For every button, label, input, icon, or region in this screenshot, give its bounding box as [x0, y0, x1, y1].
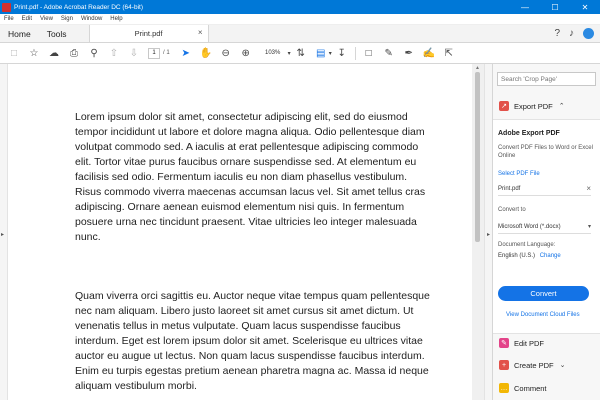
edit-pdf-icon: ✎ [499, 338, 509, 348]
close-tab-icon[interactable]: × [198, 28, 203, 37]
save-icon[interactable]: □ [4, 44, 24, 62]
account-icons: ? ♪ [554, 25, 600, 42]
select-pdf-link[interactable]: Select PDF File [498, 171, 540, 177]
export-pdf-icon: ↗ [499, 101, 509, 111]
scrollbar-thumb[interactable] [475, 72, 480, 242]
highlight-icon[interactable]: ✎ [379, 44, 399, 62]
print-icon[interactable]: ⎙ [64, 44, 84, 62]
edit-pdf-label: Edit PDF [514, 338, 545, 348]
tab-document[interactable]: Print.pdf × [88, 25, 209, 42]
menu-bar: File Edit View Sign Window Help [0, 14, 600, 25]
window-title: Print.pdf - Adobe Acrobat Reader DC (64-… [14, 3, 143, 11]
zoom-in-icon[interactable]: ⊕ [236, 44, 256, 62]
menu-sign[interactable]: Sign [57, 16, 77, 22]
close-window-button[interactable]: ✕ [570, 0, 600, 14]
document-scrollbar[interactable]: ▲ [472, 64, 484, 400]
menu-window[interactable]: Window [77, 16, 106, 22]
main-toolbar: □ ☆ ☁ ⎙ ⚲ ⇧ ⇩ 1 / 1 ➤ ✋ ⊖ ⊕ 103% ▾ ⇅ ▤ ▾… [0, 43, 600, 64]
chevron-down-icon[interactable]: ⌄ [560, 361, 566, 369]
select-cursor-icon[interactable]: ➤ [176, 44, 196, 62]
export-pdf-label: Export PDF [514, 101, 553, 111]
tools-search-input[interactable] [497, 72, 596, 86]
create-pdf-label: Create PDF [514, 360, 554, 370]
restore-button[interactable]: ☐ [540, 0, 570, 14]
acrobat-app-icon [2, 2, 11, 12]
zoom-out-icon[interactable]: ⊖ [216, 44, 236, 62]
toolbar-divider [354, 46, 356, 60]
tab-document-label: Print.pdf [134, 29, 163, 38]
document-language: English (U.S.) Change [498, 253, 561, 259]
export-pdf-tool[interactable]: ↗ Export PDF ⌃ [499, 101, 565, 111]
page-display-icon[interactable]: ▤ [311, 44, 331, 62]
bell-icon[interactable]: ♪ [569, 28, 574, 39]
cloud-upload-icon[interactable]: ☁ [44, 44, 64, 62]
document-view: Lorem ipsum dolor sit amet, consectetur … [8, 64, 472, 400]
tools-pane: ↗ Export PDF ⌃ Adobe Export PDF Convert … [492, 64, 600, 400]
tab-tools[interactable]: Tools [39, 25, 75, 42]
page-number-input[interactable]: 1 [148, 47, 160, 59]
language-value: English (U.S.) [498, 253, 536, 259]
scroll-mode-icon[interactable]: ↧ [332, 44, 352, 62]
previous-page-icon[interactable]: ⇧ [104, 44, 124, 62]
expand-left-icon: ▸ [1, 232, 5, 238]
remove-file-icon[interactable]: × [586, 184, 591, 193]
format-select-value: Microsoft Word (*.docx) [498, 223, 561, 230]
comment-tool[interactable]: … Comment [499, 383, 547, 393]
scroll-up-icon[interactable]: ▲ [475, 65, 480, 71]
comment-icon[interactable]: □ [359, 44, 379, 62]
comment-label: Comment [514, 383, 547, 393]
fill-sign-icon[interactable]: ✍ [419, 44, 439, 62]
menu-file[interactable]: File [0, 16, 18, 22]
hand-tool-icon[interactable]: ✋ [196, 44, 216, 62]
fit-page-icon[interactable]: ⇅ [291, 44, 311, 62]
export-pdf-panel: Adobe Export PDF Convert PDF Files to Wo… [493, 119, 600, 334]
right-panel-toggle[interactable]: ▸ [484, 64, 492, 400]
change-language-link[interactable]: Change [540, 253, 561, 259]
create-pdf-tool[interactable]: + Create PDF ⌄ [499, 360, 565, 370]
zoom-search-icon[interactable]: ⚲ [84, 44, 104, 62]
left-panel-toggle[interactable]: ▸ [0, 64, 8, 400]
export-panel-title: Adobe Export PDF [498, 130, 560, 137]
comment-bubble-icon: … [499, 383, 509, 393]
avatar[interactable] [583, 28, 594, 39]
document-language-label: Document Language: [498, 242, 556, 248]
create-pdf-icon: + [499, 360, 509, 370]
help-icon[interactable]: ? [554, 28, 560, 39]
export-panel-description: Convert PDF Files to Word or Excel Onlin… [498, 145, 593, 159]
share-icon[interactable]: ⇱ [439, 44, 459, 62]
format-select[interactable]: Microsoft Word (*.docx) ▾ [498, 220, 591, 234]
chevron-up-icon[interactable]: ⌃ [559, 102, 565, 110]
collapse-right-icon: ▸ [487, 232, 491, 238]
minimize-button[interactable]: — [510, 0, 540, 14]
menu-view[interactable]: View [36, 16, 57, 22]
view-cloud-files-link[interactable]: View Document Cloud Files [506, 312, 580, 318]
edit-pdf-tool[interactable]: ✎ Edit PDF [499, 338, 544, 348]
title-bar: Print.pdf - Adobe Acrobat Reader DC (64-… [0, 0, 600, 14]
selected-file-name: Print.pdf [498, 185, 521, 192]
draw-icon[interactable]: ✒ [399, 44, 419, 62]
convert-button[interactable]: Convert [498, 286, 589, 301]
bookmark-icon[interactable]: ☆ [24, 44, 44, 62]
paragraph-1: Lorem ipsum dolor sit amet, consectetur … [75, 111, 426, 243]
page-total: / 1 [163, 50, 170, 56]
paragraph-2: Quam viverra orci sagittis eu. Auctor ne… [75, 290, 430, 392]
chevron-down-icon: ▾ [587, 224, 591, 230]
menu-help[interactable]: Help [106, 16, 126, 22]
tab-bar: Home Tools Print.pdf × ? ♪ [0, 25, 600, 43]
menu-edit[interactable]: Edit [18, 16, 36, 22]
next-page-icon[interactable]: ⇩ [124, 44, 144, 62]
zoom-level[interactable]: 103% [256, 48, 290, 59]
convert-to-label: Convert to [498, 207, 526, 213]
selected-file: Print.pdf × [498, 182, 591, 196]
tab-home[interactable]: Home [0, 25, 39, 42]
